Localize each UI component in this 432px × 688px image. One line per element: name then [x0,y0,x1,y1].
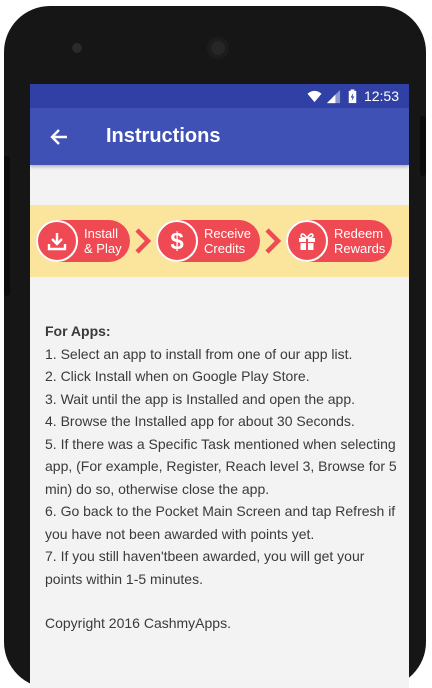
instructions-content: For Apps: 1. Select an app to install fr… [45,320,405,635]
instruction-step: 2. Click Install when on Google Play Sto… [45,368,310,384]
step-redeem-rewards: Redeem Rewards [286,220,392,262]
step-receive-icon-circle: $ [156,220,198,262]
instruction-step: 7. If you still haven'tbeen awarded, you… [45,548,365,587]
dollar-icon: $ [170,228,184,254]
instruction-step: 6. Go back to the Pocket Main Screen and… [45,503,396,542]
proximity-sensor [72,43,82,53]
download-icon [47,233,67,251]
status-bar: 12:53 [30,84,409,108]
instruction-step: 4. Browse the Installed app for about 30… [45,413,355,429]
side-button [4,156,10,296]
back-button[interactable] [30,108,88,165]
arrow-back-icon [50,128,67,145]
wifi-icon [307,90,322,102]
steps-banner: Install & Play $ Receive Credits Redeem … [30,205,409,277]
step-install-icon-circle [36,220,78,262]
step-install-play: Install & Play [36,220,130,262]
step-receive-label: Receive Credits [204,226,251,256]
status-time: 12:53 [363,88,399,104]
battery-icon [348,88,357,103]
power-button [420,116,426,176]
step-receive-credits: $ Receive Credits [156,220,260,262]
chevron-right-icon [135,228,152,254]
phone-frame: 12:53 Instructions Install & Play $ Rece… [4,6,426,688]
instruction-step: 5. If there was a Specific Task mentione… [45,435,397,497]
section-heading: For Apps: [45,323,111,339]
app-bar: Instructions [30,108,409,165]
signal-icon [326,89,341,103]
front-camera [207,37,229,59]
step-redeem-label: Redeem Rewards [334,226,386,256]
instruction-step: 3. Wait until the app is Installed and o… [45,390,356,407]
screen: 12:53 Instructions Install & Play $ Rece… [30,84,409,688]
chevron-right-icon [265,228,282,254]
gift-icon [299,233,315,250]
instruction-step: 1. Select an app to install from one of … [45,345,353,362]
step-install-label: Install & Play [84,226,122,256]
step-redeem-icon-circle [286,220,328,262]
page-title: Instructions [106,125,221,147]
svg-text:$: $ [170,228,184,254]
copyright-text: Copyright 2016 CashmyApps. [45,615,231,631]
